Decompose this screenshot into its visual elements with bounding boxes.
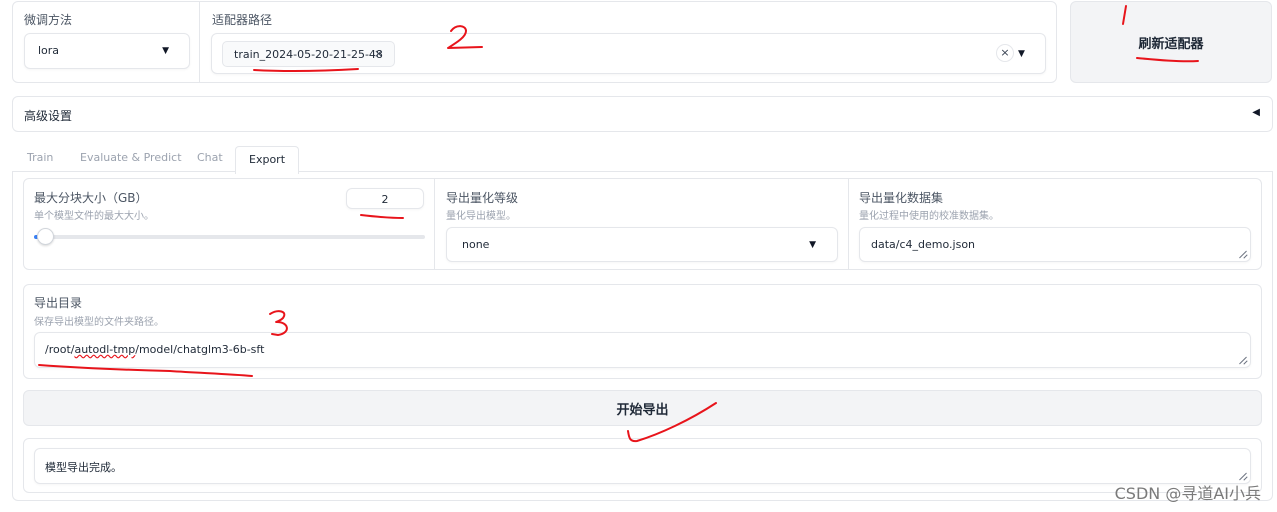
resize-handle-icon[interactable] [1238, 249, 1247, 258]
shard-size-slider-thumb[interactable] [37, 228, 54, 245]
quant-bit-label: 导出量化等级 [446, 191, 519, 205]
collapse-arrow-icon[interactable]: ◀ [1252, 107, 1260, 118]
adapter-path-multiselect[interactable]: train_2024-05-20-21-25-48 × × ▼ [211, 33, 1046, 74]
start-export-button[interactable]: 开始导出 [23, 390, 1262, 426]
tab-evaluate-predict[interactable]: Evaluate & Predict [80, 151, 182, 164]
tab-chat[interactable]: Chat [197, 151, 223, 164]
divider [434, 179, 435, 269]
tab-train[interactable]: Train [27, 151, 53, 164]
shard-size-value: 2 [381, 193, 389, 206]
shard-size-label: 最大分块大小（GB） [34, 191, 148, 205]
tag-remove-icon[interactable]: × [374, 47, 383, 60]
quant-dataset-label: 导出量化数据集 [859, 191, 944, 205]
chevron-down-icon[interactable]: ▼ [1018, 49, 1025, 59]
chevron-down-icon: ▼ [809, 240, 816, 250]
tab-export[interactable]: Export [235, 146, 300, 174]
output-value: 模型导出完成。 [45, 461, 122, 474]
quant-bit-dropdown[interactable]: none ▼ [446, 227, 838, 262]
quant-dataset-info: 量化过程中使用的校准数据集。 [859, 211, 999, 222]
adapter-path-tag-label: train_2024-05-20-21-25-48 [234, 48, 383, 61]
quant-bit-info: 量化导出模型。 [446, 211, 516, 222]
tab-baseline [12, 171, 1273, 172]
shard-size-info: 单个模型文件的最大大小。 [34, 211, 154, 222]
export-dir-label: 导出目录 [34, 296, 83, 310]
adapter-path-tag[interactable]: train_2024-05-20-21-25-48 × [222, 41, 395, 67]
quant-dataset-value: data/c4_demo.json [871, 238, 976, 251]
adapter-path-label: 适配器路径 [212, 13, 273, 27]
export-dir-textarea[interactable]: /root/autodl-tmp/model/chatglm3-6b-sft [34, 332, 1251, 368]
divider [848, 179, 849, 269]
export-dir-info: 保存导出模型的文件夹路径。 [34, 317, 164, 328]
start-export-label: 开始导出 [616, 402, 669, 418]
advanced-settings-label: 高级设置 [24, 109, 73, 123]
clear-icon[interactable]: × [996, 44, 1014, 62]
shard-size-slider-track[interactable] [34, 228, 425, 245]
chevron-down-icon: ▼ [162, 46, 169, 56]
csdn-watermark: CSDN @寻道AI小兵 [1114, 484, 1261, 503]
finetune-method-value: lora [38, 44, 60, 57]
advanced-settings-accordion[interactable]: 高级设置 ◀ [12, 96, 1273, 132]
divider [199, 2, 200, 82]
finetune-method-label: 微调方法 [24, 13, 73, 27]
spellcheck-word: autodl-tmp [74, 343, 136, 356]
finetune-method-dropdown[interactable]: lora ▼ [24, 33, 190, 69]
export-dir-value: /root/autodl-tmp/model/chatglm3-6b-sft [45, 343, 265, 356]
refresh-adapters-button[interactable]: 刷新适配器 [1070, 1, 1272, 83]
resize-handle-icon[interactable] [1238, 471, 1247, 480]
resize-handle-icon[interactable] [1238, 355, 1247, 364]
output-textarea[interactable]: 模型导出完成。 [34, 448, 1251, 484]
quant-bit-value: none [462, 238, 490, 251]
shard-size-number-input[interactable]: 2 [346, 188, 424, 209]
refresh-adapters-label: 刷新适配器 [1138, 36, 1204, 52]
quant-dataset-textarea[interactable]: data/c4_demo.json [859, 227, 1251, 262]
